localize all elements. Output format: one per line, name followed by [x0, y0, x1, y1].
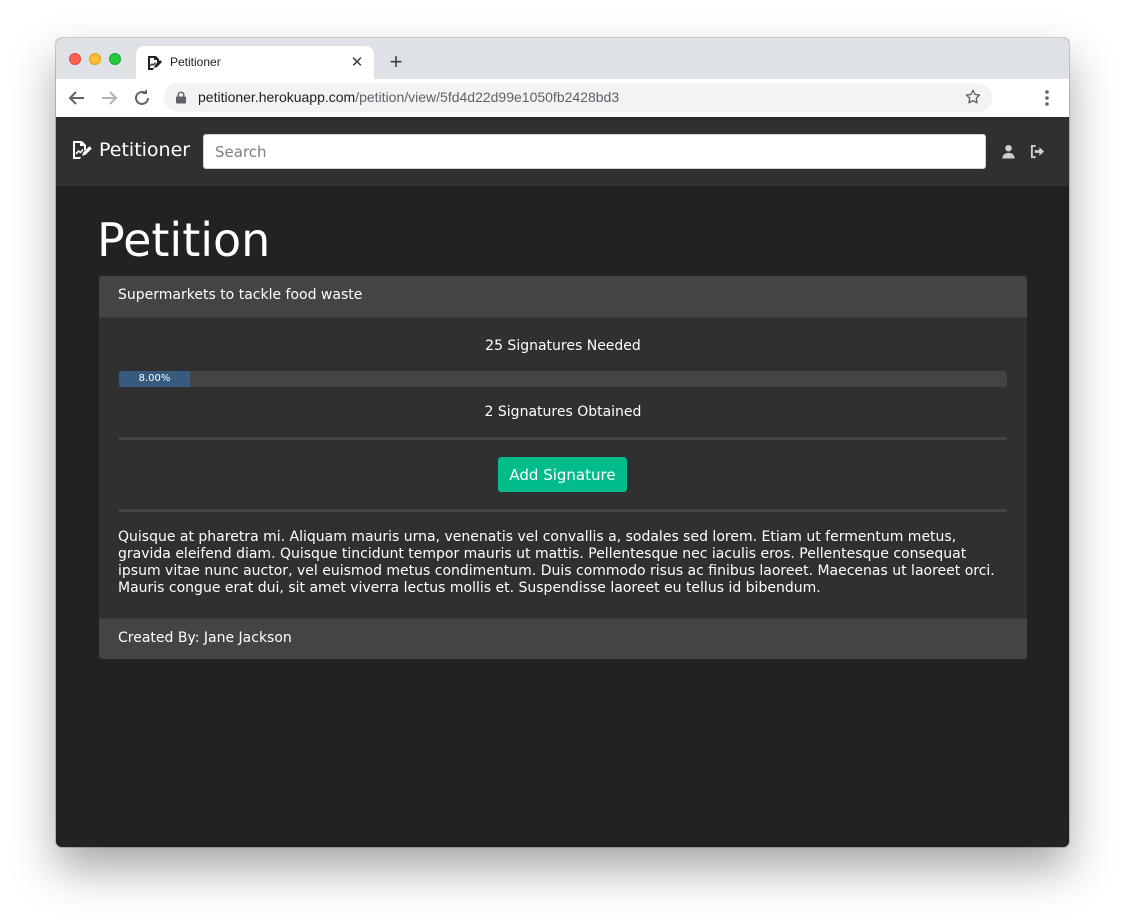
divider [119, 509, 1007, 512]
browser-menu-icon[interactable] [1039, 88, 1055, 108]
add-signature-button[interactable]: Add Signature [498, 457, 627, 492]
browser-tab[interactable]: Petitioner ✕ [136, 46, 374, 79]
petition-favicon-icon [148, 56, 162, 70]
new-tab-button[interactable]: + [385, 51, 407, 73]
minimize-window-button[interactable] [89, 53, 101, 65]
browser-toolbar: petitioner.herokuapp.com/petition/view/5… [56, 79, 1069, 118]
brand-link[interactable]: Petitioner [72, 139, 190, 161]
signatures-obtained: 2 Signatures Obtained [484, 404, 642, 420]
back-icon[interactable] [65, 86, 89, 110]
close-tab-icon[interactable]: ✕ [348, 53, 366, 71]
petition-card-footer: Created By: Jane Jackson [99, 618, 1027, 659]
divider [119, 437, 1007, 440]
url-host: petitioner.herokuapp.com [198, 89, 356, 105]
page-content: Petitioner Petition Supermarkets to tack… [56, 117, 1069, 847]
petition-title: Supermarkets to tackle food waste [118, 287, 363, 303]
reload-icon[interactable] [130, 86, 154, 110]
page-title: Petition [97, 213, 271, 267]
url-text[interactable]: petitioner.herokuapp.com/petition/view/5… [198, 89, 619, 105]
url-path: /petition/view/5fd4d22d99e1050fb2428bd3 [355, 89, 620, 105]
progress-label: 8.00% [138, 373, 171, 384]
search-input[interactable] [203, 134, 986, 169]
file-signature-icon [73, 141, 92, 159]
maximize-window-button[interactable] [109, 53, 121, 65]
close-window-button[interactable] [69, 53, 81, 65]
bookmark-star-icon[interactable] [964, 88, 982, 106]
created-by: Created By: Jane Jackson [118, 630, 292, 646]
sign-out-icon[interactable] [1030, 144, 1045, 159]
signature-progress-bar: 8.00% [119, 371, 1007, 387]
app-navbar: Petitioner [56, 117, 1069, 186]
brand-name: Petitioner [99, 139, 191, 161]
lock-icon[interactable] [175, 91, 187, 104]
forward-icon[interactable] [97, 86, 121, 110]
petition-card: Supermarkets to tackle food waste 25 Sig… [99, 276, 1027, 659]
tab-title: Petitioner [170, 55, 221, 69]
petition-description: Quisque at pharetra mi. Aliquam mauris u… [118, 529, 995, 596]
browser-window: Petitioner ✕ + petitioner.herokuapp.com/… [56, 38, 1069, 847]
petition-card-header: Supermarkets to tackle food waste [99, 276, 1027, 318]
signatures-needed: 25 Signatures Needed [485, 338, 641, 354]
address-bar[interactable]: petitioner.herokuapp.com/petition/view/5… [164, 83, 992, 112]
tab-strip: Petitioner ✕ + [56, 38, 1069, 79]
user-icon[interactable] [1001, 144, 1016, 159]
